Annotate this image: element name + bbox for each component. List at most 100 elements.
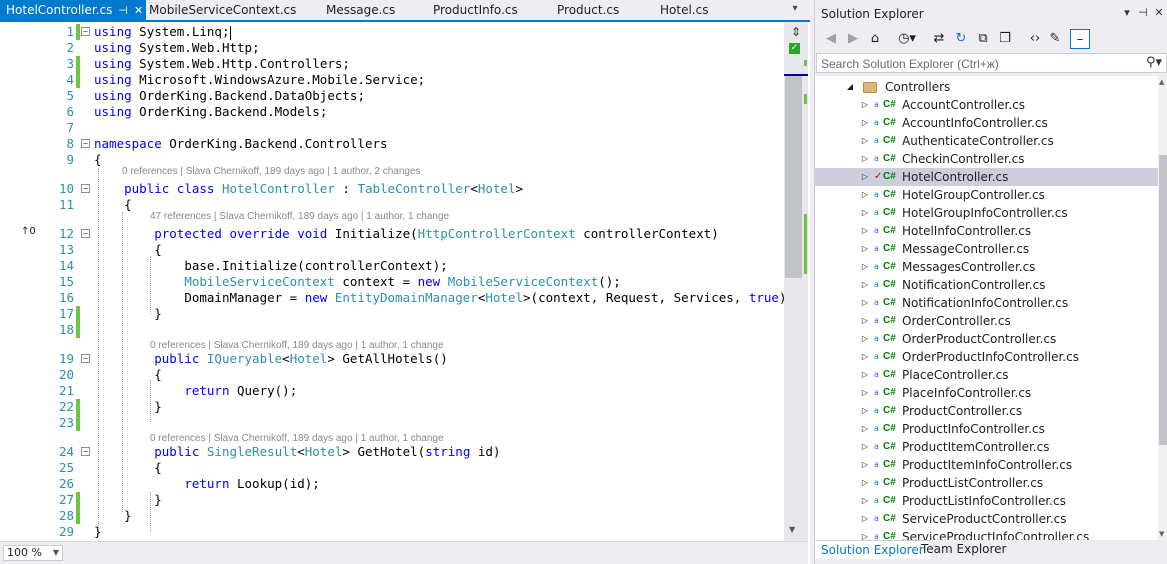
code-line[interactable]: 4 using Microsoft.WindowsAzure.Mobile.Ser… [0, 72, 784, 88]
tree-file-item[interactable]: ▷ a C# OrderProductInfoController.cs [815, 348, 1158, 366]
expand-arrow-icon[interactable]: ▷ [860, 402, 870, 420]
code-line[interactable]: 5 using OrderKing.Backend.DataObjects; [0, 88, 784, 104]
search-icon[interactable]: ⚲▾ [1146, 55, 1162, 70]
code-line[interactable]: 3 using System.Web.Http.Controllers; [0, 56, 784, 72]
code-line[interactable]: 1− using System.Linq; [0, 24, 784, 40]
collapse-toggle-icon[interactable]: − [81, 229, 90, 238]
tab-solution-explorer[interactable]: Solution Explorer [815, 540, 930, 559]
expand-arrow-icon[interactable]: ▷ [860, 384, 870, 402]
code-line[interactable]: 16 DomainManager = new EntityDomainManag… [0, 290, 784, 306]
expand-arrow-icon[interactable]: ▷ [860, 312, 870, 330]
expand-arrow-icon[interactable]: ▷ [860, 132, 870, 150]
collapse-toggle-icon[interactable]: − [81, 27, 90, 36]
tab-active-document[interactable]: HotelController.cs ⊣ ✕ [0, 0, 146, 20]
expand-arrow-icon[interactable]: ▷ [860, 492, 870, 510]
split-window-icon[interactable]: ⇕ [788, 25, 804, 39]
code-line[interactable]: 7 [0, 120, 784, 136]
tree-file-item[interactable]: ▷ a C# ProductListInfoController.cs [815, 492, 1158, 510]
code-line[interactable]: 12− protected override void Initialize(H… [0, 226, 784, 242]
collapse-toggle-icon[interactable]: − [81, 139, 90, 148]
tab-list-dropdown-icon[interactable]: ▾ [788, 2, 802, 16]
preview-icon[interactable]: – [1070, 29, 1090, 49]
tree-file-item[interactable]: ▷ a C# PlaceInfoController.cs [815, 384, 1158, 402]
code-line[interactable]: 15 MobileServiceContext context = new Mo… [0, 274, 784, 290]
editor-vertical-scrollbar[interactable]: ⇕ ✓ ▼ [784, 22, 808, 541]
tree-file-item[interactable]: ▷ a C# NotificationInfoController.cs [815, 294, 1158, 312]
code-line[interactable]: 2 using System.Web.Http; [0, 40, 784, 56]
tab-document[interactable]: Product.cs [557, 0, 619, 20]
code-line[interactable]: 8− namespace OrderKing.Backend.Controller… [0, 136, 784, 152]
tree-file-item[interactable]: ▷ a C# HotelGroupController.cs [815, 186, 1158, 204]
view-code-icon[interactable]: ‹› [1026, 29, 1044, 49]
tree-file-item[interactable]: ▷ a C# OrderProductController.cs [815, 330, 1158, 348]
expand-arrow-icon[interactable]: ▷ [860, 510, 870, 528]
tab-document[interactable]: Message.cs [326, 0, 395, 20]
reference-count-marker[interactable]: ↑0 [21, 226, 36, 237]
expand-arrow-icon[interactable]: ▷ [860, 366, 870, 384]
forward-icon[interactable]: ▶ [844, 29, 862, 49]
collapse-toggle-icon[interactable]: − [81, 447, 90, 456]
tree-file-item[interactable]: ▷ a C# ServiceProductController.cs [815, 510, 1158, 528]
codelens-info[interactable]: 0 references | Slava Chernikoff, 189 day… [150, 432, 444, 446]
expand-arrow-icon[interactable]: ▷ [860, 528, 870, 540]
close-icon[interactable]: ✕ [1153, 6, 1165, 20]
code-line[interactable]: 19− public IQueryable<Hotel> GetAllHotel… [0, 351, 784, 367]
expand-arrow-icon[interactable]: ▷ [860, 240, 870, 258]
expand-arrow-icon[interactable]: ▷ [860, 204, 870, 222]
expand-arrow-icon[interactable]: ▷ [860, 330, 870, 348]
expand-arrow-icon[interactable]: ▷ [860, 474, 870, 492]
code-line[interactable]: 22 } [0, 399, 784, 415]
expand-arrow-icon[interactable]: ▷ [860, 222, 870, 240]
code-line[interactable]: 26 return Lookup(id); [0, 476, 784, 492]
code-line[interactable]: 10− public class HotelController : Table… [0, 181, 784, 197]
pin-icon[interactable]: ⊣ [1137, 6, 1149, 20]
tree-file-item[interactable]: ▷ a C# AuthenticateController.cs [815, 132, 1158, 150]
tree-file-item[interactable]: ▷ a C# ProductItemInfoController.cs [815, 456, 1158, 474]
tree-file-item[interactable]: ▷ a C# AccountInfoController.cs [815, 114, 1158, 132]
code-line[interactable]: 27 } [0, 492, 784, 508]
sync-icon[interactable]: ⇄ [930, 29, 948, 49]
tree-file-item[interactable]: ▷ a C# ProductInfoController.cs [815, 420, 1158, 438]
code-view[interactable]: 1− using System.Linq; 2 using System.Web.Ht… [0, 22, 784, 541]
history-icon[interactable]: ◷▾ [896, 29, 918, 49]
expand-arrow-icon[interactable]: ▷ [860, 186, 870, 204]
expand-arrow-icon[interactable]: ▷ [860, 114, 870, 132]
scroll-down-icon[interactable]: ▼ [1159, 530, 1164, 538]
tree-file-item[interactable]: ▷ a C# ProductController.cs [815, 402, 1158, 420]
properties-icon[interactable]: ✎ [1046, 29, 1064, 49]
search-input[interactable] [821, 56, 1131, 71]
code-line[interactable]: 6 using OrderKing.Backend.Models; [0, 104, 784, 120]
tree-file-item[interactable]: ▷ a C# PlaceController.cs [815, 366, 1158, 384]
tree-file-item[interactable]: ▷ a C# MessageController.cs [815, 240, 1158, 258]
tab-document[interactable]: Hotel.cs [660, 0, 708, 20]
code-line[interactable]: 21 return Query(); [0, 383, 784, 399]
refresh-icon[interactable]: ↻ [952, 29, 970, 49]
collapse-toggle-icon[interactable]: − [81, 184, 90, 193]
zoom-level-select[interactable]: 100 % ▼ [3, 545, 63, 561]
tree-folder-controllers[interactable]: ◢ Controllers [815, 78, 1158, 96]
code-line[interactable]: 23 [0, 415, 784, 431]
code-line[interactable]: 28 } [0, 508, 784, 524]
back-icon[interactable]: ◀ [822, 29, 840, 49]
editor-scroll-thumb[interactable] [785, 74, 802, 278]
scroll-up-icon[interactable]: ▲ [1159, 78, 1164, 86]
expand-arrow-icon[interactable]: ◢ [845, 78, 855, 96]
code-line[interactable]: 24− public SingleResult<Hotel> GetHotel(… [0, 444, 784, 460]
code-line[interactable]: 17 } [0, 306, 784, 322]
tree-file-item[interactable]: ▷ a C# HotelInfoController.cs [815, 222, 1158, 240]
expand-arrow-icon[interactable]: ▷ [860, 96, 870, 114]
expand-arrow-icon[interactable]: ▷ [860, 168, 870, 186]
expand-arrow-icon[interactable]: ▷ [860, 150, 870, 168]
tab-team-explorer[interactable]: Team Explorer [915, 540, 1013, 559]
tree-file-item[interactable]: ▷ a C# ProductListController.cs [815, 474, 1158, 492]
window-position-icon[interactable]: ▾ [1121, 6, 1133, 20]
tree-scroll-thumb[interactable] [1159, 155, 1167, 445]
code-line[interactable]: 25 { [0, 460, 784, 476]
code-line[interactable]: 14 base.Initialize(controllerContext); [0, 258, 784, 274]
show-all-files-icon[interactable]: ❐ [996, 29, 1014, 49]
tree-file-item[interactable]: ▷ a C# CheckinController.cs [815, 150, 1158, 168]
code-line[interactable]: 13 { [0, 242, 784, 258]
code-line[interactable]: 29} [0, 524, 784, 540]
tree-file-item[interactable]: ▷ a C# OrderController.cs [815, 312, 1158, 330]
solution-search-box[interactable]: ⚲▾ [816, 53, 1167, 73]
